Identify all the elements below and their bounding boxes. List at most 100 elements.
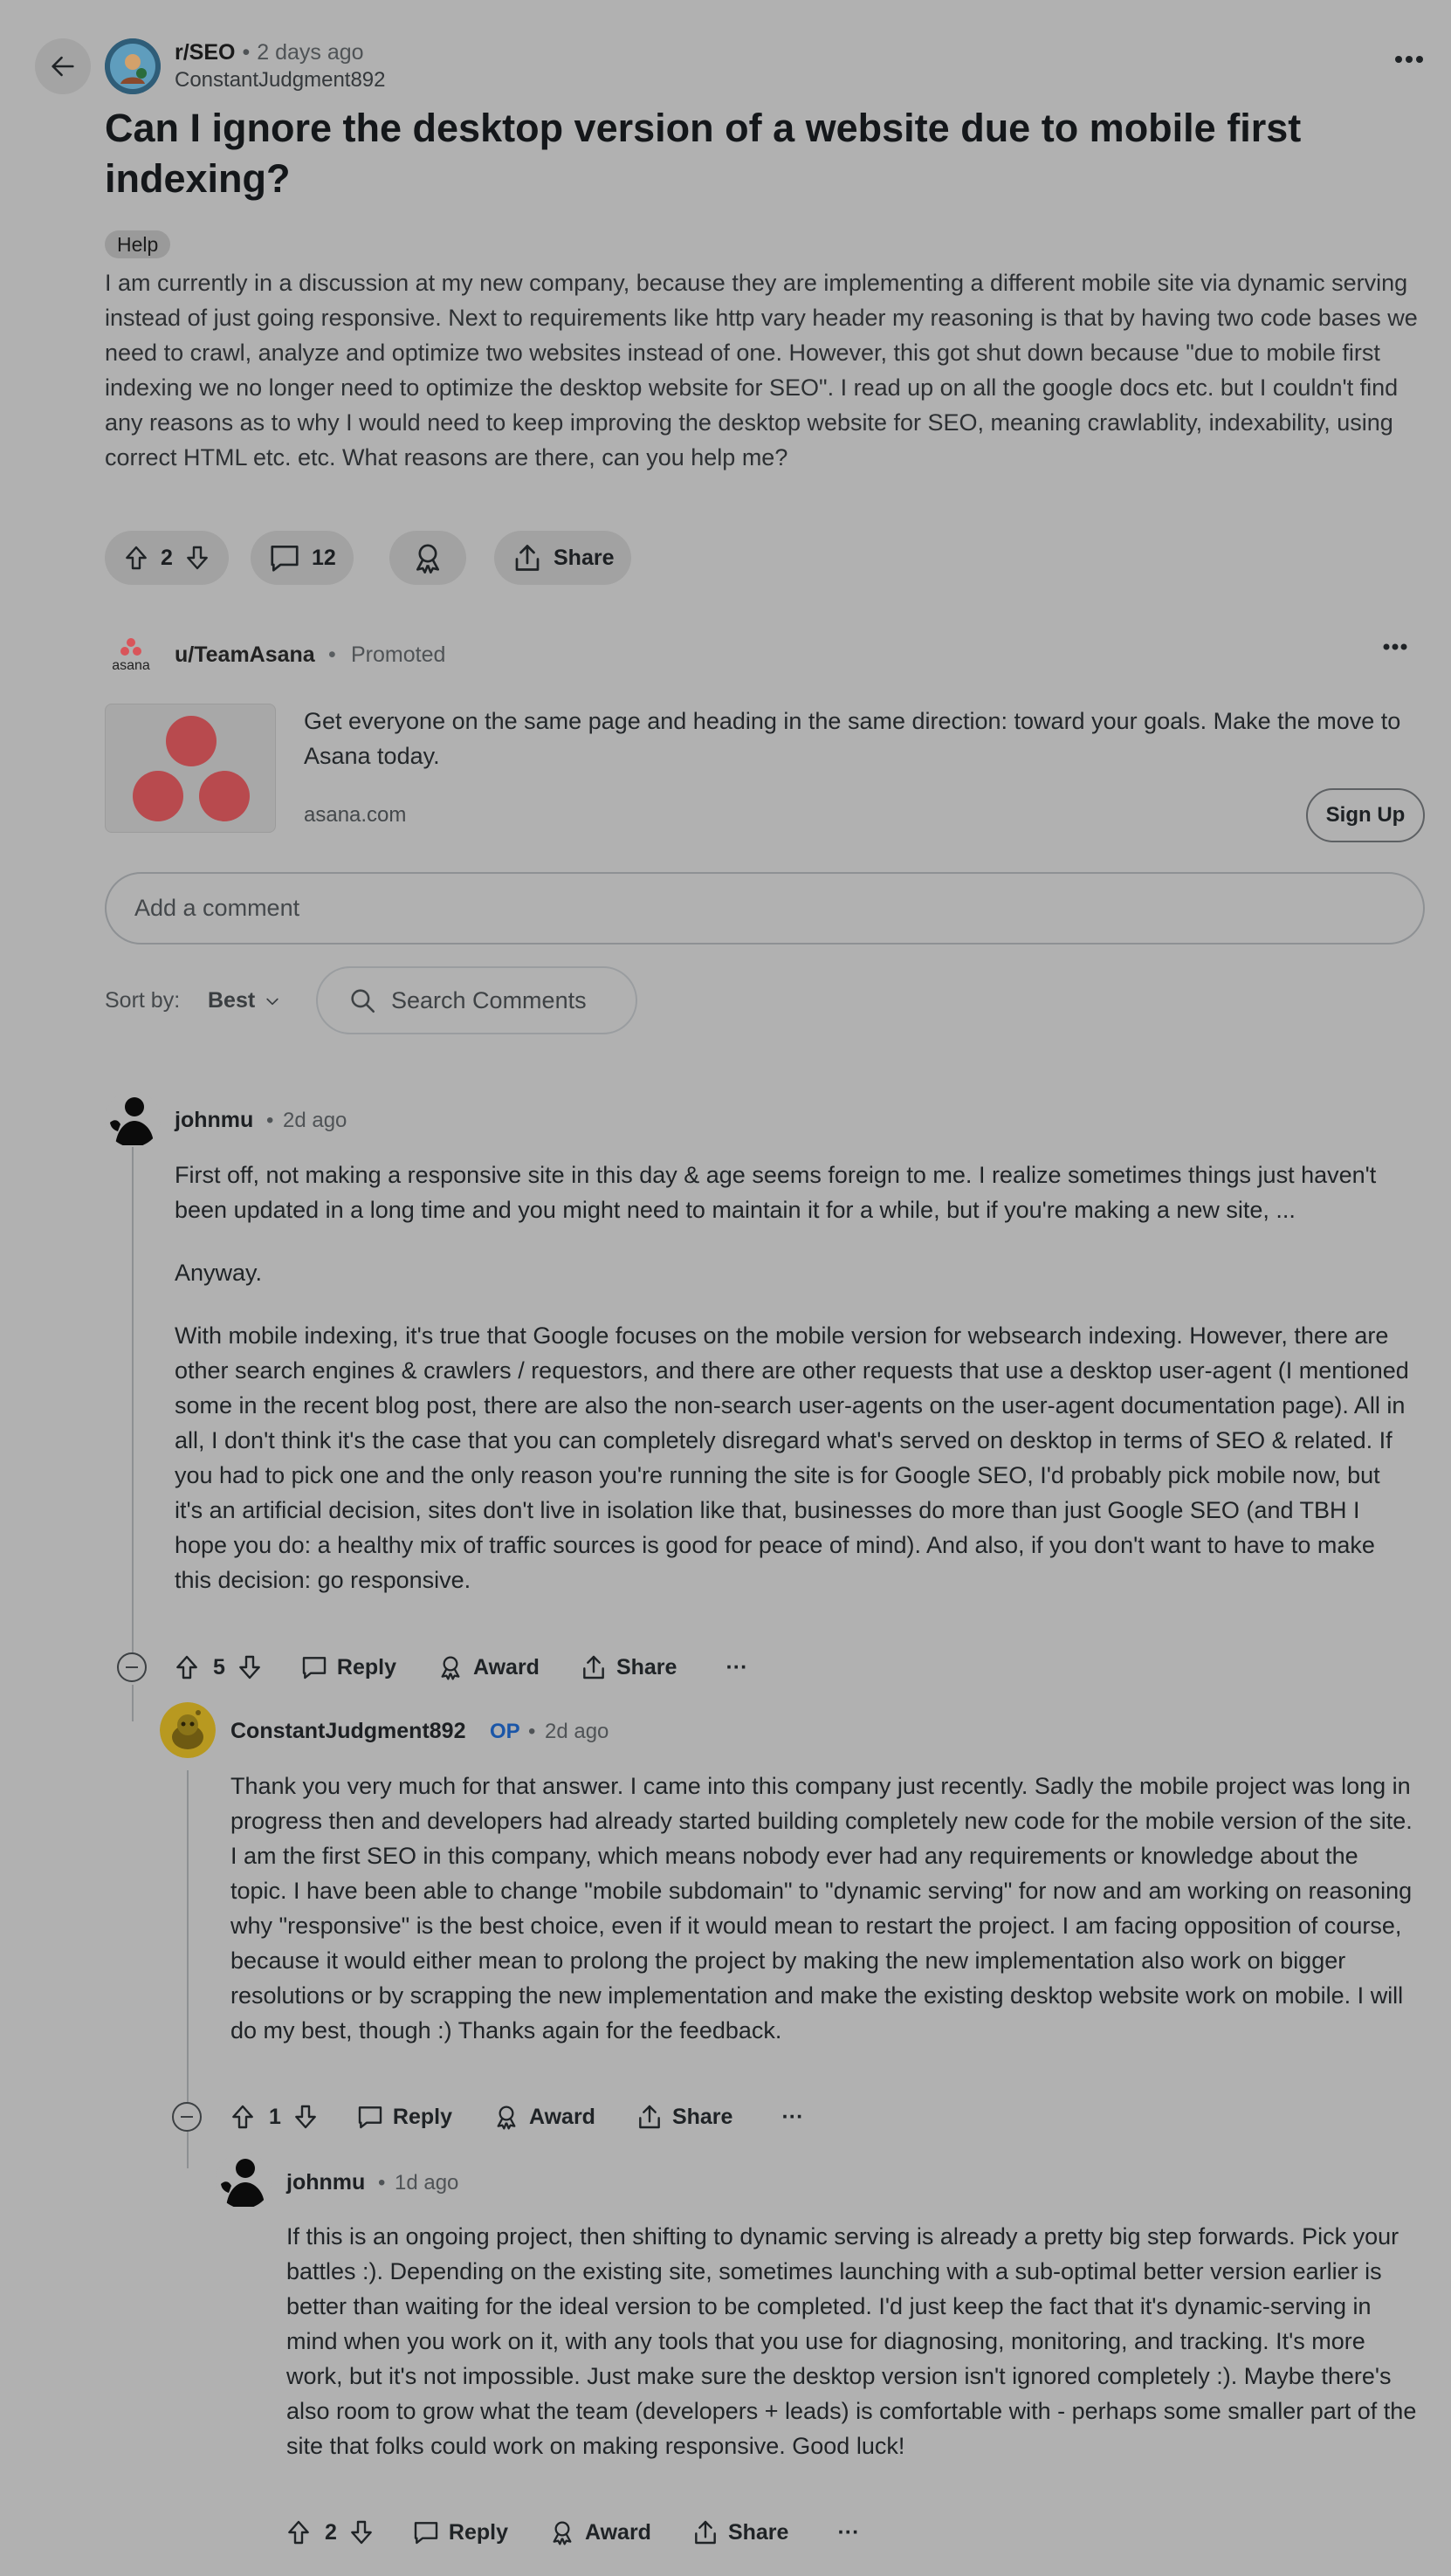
vote-count: 2	[325, 2519, 337, 2545]
comment-paragraph: Anyway.	[175, 1260, 263, 1286]
reply-button[interactable]: Reply	[356, 2103, 452, 2131]
thread-line[interactable]	[187, 2130, 189, 2168]
comment-time: 2d ago	[283, 1109, 347, 1132]
sort-label: Sort by:	[105, 988, 181, 1013]
subreddit-name[interactable]: r/SEO	[175, 40, 235, 65]
share-label: Share	[554, 545, 615, 570]
avatar[interactable]	[216, 2153, 272, 2208]
award-button[interactable]: Award	[437, 1653, 540, 1681]
upvote-icon	[232, 2105, 253, 2129]
downvote-button[interactable]	[347, 2518, 375, 2546]
meta-separator: •	[242, 40, 251, 65]
reply-button[interactable]: Reply	[300, 1653, 396, 1681]
upvote-button[interactable]	[122, 544, 150, 572]
ad-overflow-menu[interactable]	[1383, 642, 1407, 651]
post-body: I am currently in a discussion at my new…	[105, 270, 1418, 471]
post-overflow-menu[interactable]	[1393, 54, 1425, 65]
comment-paragraph: Thank you very much for that answer. I c…	[230, 1773, 1413, 2044]
post-vote-count: 2	[161, 545, 173, 570]
sort-dropdown[interactable]: Best	[208, 988, 281, 1013]
award-button[interactable]: Award	[492, 2103, 595, 2131]
share-button[interactable]: Share	[494, 531, 632, 585]
share-button[interactable]: Share	[691, 2518, 788, 2546]
comment-icon	[358, 2106, 382, 2129]
comment-body: First off, not making a responsive site …	[175, 1157, 1414, 1597]
upvote-button[interactable]	[229, 2103, 257, 2131]
meta-separator: •	[378, 2171, 386, 2195]
ad-text[interactable]: Get everyone on the same page and headin…	[304, 704, 1430, 773]
comment-paragraph: With mobile indexing, it's true that Goo…	[175, 1322, 1409, 1593]
comment-icon	[414, 2522, 438, 2545]
minus-icon	[181, 2116, 193, 2118]
share-button[interactable]: Share	[636, 2103, 732, 2131]
reply-button[interactable]: Reply	[412, 2518, 508, 2546]
comments-button[interactable]: 12	[251, 531, 354, 585]
search-comments-placeholder: Search Comments	[391, 986, 587, 1013]
arrow-left-icon	[52, 56, 74, 77]
reply-label: Reply	[448, 2519, 508, 2545]
asana-dots-icon	[133, 716, 250, 821]
advertiser-logo[interactable]: asana	[105, 635, 157, 672]
share-icon	[695, 2520, 716, 2545]
meta-separator: •	[528, 1720, 536, 1743]
downvote-button[interactable]	[292, 2103, 320, 2131]
minus-icon	[126, 1666, 138, 1668]
snoo-silhouette-icon	[216, 2153, 272, 2208]
comment-overflow-menu[interactable]: ···	[726, 1655, 747, 1680]
ad-thumbnail[interactable]	[105, 704, 276, 833]
comment-author[interactable]: ConstantJudgment892	[230, 1719, 465, 1744]
comment-icon	[302, 1657, 327, 1680]
post-vote-bar: 2	[105, 531, 229, 585]
comment-author[interactable]: johnmu	[286, 2170, 365, 2195]
meta-separator: •	[328, 642, 336, 667]
share-icon	[639, 2105, 660, 2129]
comment-overflow-menu[interactable]: ···	[837, 2520, 859, 2545]
avatar[interactable]	[160, 1702, 216, 1758]
downvote-icon	[187, 546, 208, 570]
thread-line[interactable]	[187, 1770, 189, 2109]
vote-count: 5	[213, 1654, 225, 1680]
award-icon	[441, 1656, 460, 1680]
comment-paragraph: If this is an ongoing project, then shif…	[286, 2223, 1417, 2459]
downvote-button[interactable]	[183, 544, 211, 572]
downvote-button[interactable]	[236, 1653, 264, 1681]
op-badge: OP	[490, 1720, 520, 1743]
upvote-icon	[126, 546, 147, 570]
share-button[interactable]: Share	[580, 1653, 677, 1681]
collapse-thread-button[interactable]	[117, 1652, 147, 1682]
comment-body: Thank you very much for that answer. I c…	[230, 1769, 1414, 2048]
sort-value: Best	[208, 988, 256, 1013]
comment-paragraph: First off, not making a responsive site …	[175, 1162, 1377, 1223]
award-icon	[416, 544, 439, 574]
award-icon	[497, 2105, 516, 2130]
comment-author[interactable]: johnmu	[175, 1108, 253, 1133]
asana-logo-icon: asana	[112, 638, 150, 672]
comment-overflow-menu[interactable]: ···	[781, 2105, 803, 2130]
share-label: Share	[615, 1654, 677, 1680]
more-horizontal-icon	[1395, 56, 1423, 63]
ad-domain[interactable]: asana.com	[304, 803, 406, 828]
award-button[interactable]	[389, 531, 466, 585]
advertiser-name[interactable]: u/TeamAsana	[175, 642, 315, 668]
reply-label: Reply	[392, 2104, 452, 2129]
thread-line[interactable]	[132, 1102, 134, 1667]
avatar[interactable]	[105, 1091, 161, 1147]
more-horizontal-icon	[1383, 643, 1407, 650]
vote-count: 1	[269, 2104, 281, 2129]
subreddit-avatar[interactable]	[105, 38, 161, 94]
thread-line[interactable]	[132, 1685, 134, 1721]
post-title: Can I ignore the desktop version of a we…	[105, 106, 1302, 201]
reply-label: Reply	[336, 1654, 396, 1680]
add-comment-input[interactable]	[105, 872, 1425, 945]
upvote-button[interactable]	[173, 1653, 201, 1681]
back-button[interactable]	[35, 38, 91, 94]
upvote-icon	[288, 2520, 309, 2545]
chevron-down-icon	[266, 998, 279, 1005]
search-comments-input[interactable]: Search Comments	[316, 966, 637, 1034]
collapse-thread-button[interactable]	[172, 2102, 202, 2132]
upvote-button[interactable]	[285, 2518, 313, 2546]
post-flair[interactable]: Help	[105, 230, 171, 258]
sign-up-button[interactable]: Sign Up	[1306, 788, 1425, 842]
post-author[interactable]: ConstantJudgment892	[175, 68, 386, 93]
award-button[interactable]: Award	[548, 2518, 651, 2546]
